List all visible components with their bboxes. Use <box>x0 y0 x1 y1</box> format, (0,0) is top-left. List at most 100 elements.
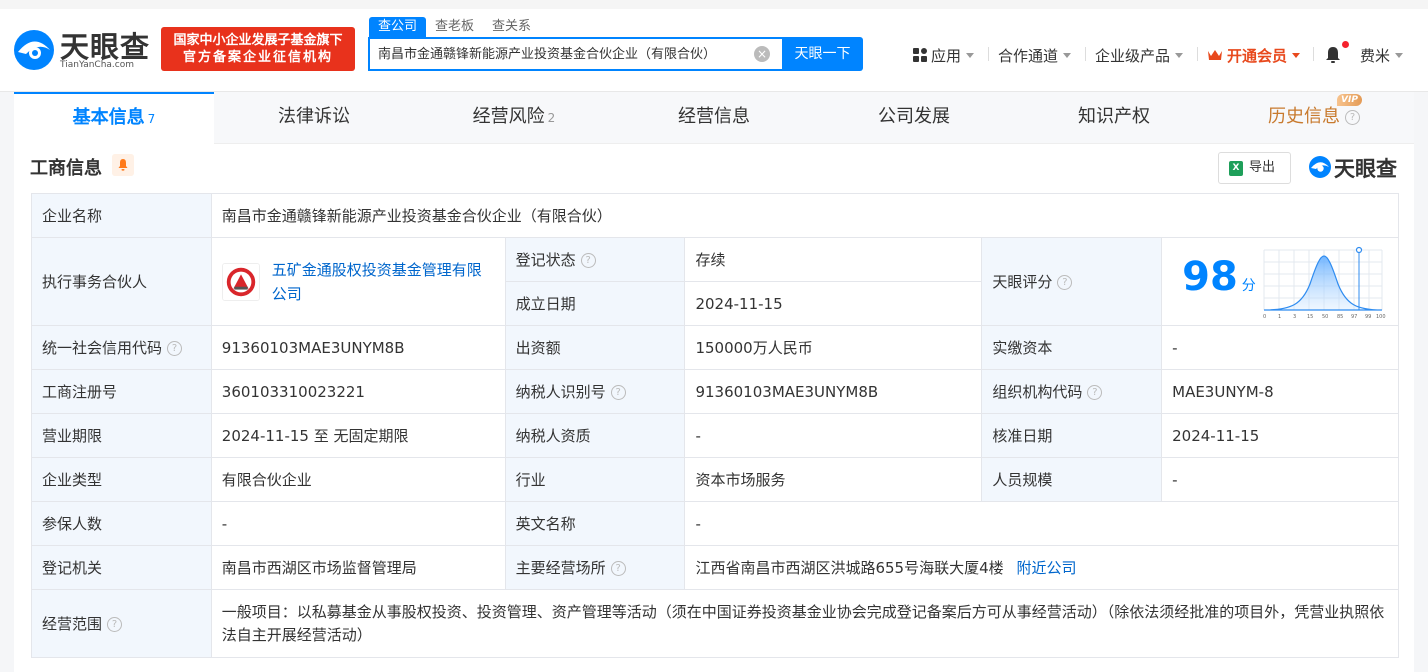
authority-label: 登记机关 <box>31 545 212 590</box>
score-value: 98 分 <box>1182 254 1256 300</box>
brand-watermark: 天眼查 <box>1308 152 1400 182</box>
tab-label: 知识产权 <box>1078 106 1150 127</box>
tab-legal[interactable]: 法律诉讼 <box>214 92 414 144</box>
axis-tick: 85 <box>1337 314 1343 320</box>
chevron-down-icon <box>1175 52 1184 58</box>
partner-cell: 五矿金通股权投资基金管理有限公司 <box>210 237 506 326</box>
search-tab-boss[interactable]: 查老板 <box>426 17 483 37</box>
tab-ip[interactable]: 知识产权 <box>1014 92 1214 144</box>
reg-no-label: 工商注册号 <box>31 369 212 414</box>
partner-logo-icon[interactable] <box>221 262 260 301</box>
tab-development[interactable]: 公司发展 <box>814 92 1014 144</box>
search-tab-relation[interactable]: 查关系 <box>483 17 540 37</box>
help-icon[interactable]: ? <box>610 385 626 400</box>
nav-app[interactable]: 应用 <box>913 44 975 66</box>
axis-tick: 100 <box>1376 314 1386 320</box>
table-row: 经营范围? 一般项目：以私募基金从事股权投资、投资管理、资产管理等活动（须在中国… <box>31 589 1400 658</box>
taxpayer-id-value: 91360103MAE3UNYM8B <box>684 369 983 414</box>
badge-line-1: 国家中小企业发展子基金旗下 <box>173 33 343 48</box>
type-value: 有限合伙企业 <box>210 457 506 502</box>
axis-tick: 50 <box>1322 314 1328 320</box>
authority-value: 南昌市西湖区市场监督管理局 <box>210 545 506 590</box>
search-tab-company[interactable]: 查公司 <box>369 17 427 37</box>
tab-operation[interactable]: 经营信息 <box>614 92 814 144</box>
logo[interactable]: 天眼查 TianYanCha.com <box>12 24 152 74</box>
distribution-curve <box>1264 255 1383 311</box>
nav-user-label: 费米 <box>1360 46 1391 65</box>
nav-enterprise[interactable]: 企业级产品 <box>1095 44 1184 66</box>
nearby-companies-link[interactable]: 附近公司 <box>1016 559 1076 577</box>
nav-vip-label: 开通会员 <box>1227 46 1288 65</box>
paid-capital-value: - <box>1161 325 1399 370</box>
excel-icon: X <box>1229 161 1243 176</box>
help-icon[interactable]: ? <box>580 253 596 268</box>
org-code-label-text: 组织机构代码 <box>992 383 1083 401</box>
axis-tick: 99 <box>1365 314 1371 320</box>
partner-block: 五矿金通股权投资基金管理有限公司 <box>221 258 495 306</box>
help-icon[interactable]: ? <box>1057 275 1073 290</box>
org-code-label: 组织机构代码? <box>981 369 1163 414</box>
taxpayer-id-label: 纳税人识别号? <box>504 369 686 414</box>
company-name-label: 企业名称 <box>31 193 212 238</box>
help-icon[interactable]: ? <box>1345 109 1360 125</box>
tab-label: 历史信息 <box>1268 106 1340 127</box>
subscribe-bell-icon[interactable] <box>112 154 134 176</box>
tab-count: 7 <box>147 112 156 126</box>
credit-code-label: 统一社会信用代码? <box>31 325 212 370</box>
axis-tick: 15 <box>1307 314 1313 320</box>
nav-divider <box>1313 47 1314 61</box>
address-cell: 江西省南昌市西湖区洪城路655号海联大厦4楼 附近公司 <box>684 545 1399 590</box>
org-code-value: MAE3UNYM-8 <box>1161 369 1399 414</box>
nav-divider <box>1197 47 1198 61</box>
export-button[interactable]: X 导出 <box>1218 152 1291 184</box>
help-icon[interactable]: ? <box>610 561 626 576</box>
help-icon[interactable]: ? <box>107 617 123 632</box>
bell-icon[interactable] <box>1323 45 1343 65</box>
capital-value: 150000万人民币 <box>684 325 983 370</box>
top-strip <box>0 0 1428 9</box>
term-label: 营业期限 <box>31 413 212 458</box>
clear-icon[interactable]: × <box>754 46 770 62</box>
score-unit: 分 <box>1241 278 1256 294</box>
search-button[interactable]: 天眼一下 <box>782 37 863 71</box>
nav-channel[interactable]: 合作通道 <box>998 44 1072 66</box>
tab-label: 经营风险 <box>472 106 545 127</box>
search-box: × <box>368 37 782 71</box>
tab-count: 2 <box>547 111 556 125</box>
taxpayer-qual-label: 纳税人资质 <box>504 413 686 458</box>
axis-tick: 1 <box>1278 314 1281 320</box>
tab-risk[interactable]: 经营风险 2 <box>414 92 614 144</box>
reg-status-label-text: 登记状态 <box>515 251 576 269</box>
table-row: 登记机关 南昌市西湖区市场监督管理局 主要经营场所? 江西省南昌市西湖区洪城路6… <box>31 545 1399 590</box>
table-row: 营业期限 2024-11-15 至 无固定期限 纳税人资质 - 核准日期 202… <box>31 413 1399 458</box>
top-bar: 天眼查 TianYanCha.com 国家中小企业发展子基金旗下 官方备案企业征… <box>0 0 1428 92</box>
vip-badge: VIP <box>1337 94 1362 106</box>
detail-tabs: 基本信息 7 法律诉讼 经营风险 2 经营信息 公司发展 知识产权 历史信息? VI… <box>14 92 1414 144</box>
axis-tick: 97 <box>1351 314 1357 320</box>
table-row: 统一社会信用代码? 91360103MAE3UNYM8B 出资额 150000万… <box>31 325 1399 370</box>
tab-history[interactable]: 历史信息? VIP <box>1214 92 1414 144</box>
chevron-down-icon <box>1395 52 1404 58</box>
nav-enterprise-label: 企业级产品 <box>1095 46 1171 65</box>
partner-link[interactable]: 五矿金通股权投资基金管理有限公司 <box>272 258 495 306</box>
notification-dot <box>1342 41 1349 48</box>
score-cell[interactable]: 98 分 0 1 3 15 50 85 97 99 100 <box>1161 237 1399 326</box>
nav-vip[interactable]: 开通会员 <box>1207 44 1301 66</box>
credit-code-label-text: 统一社会信用代码 <box>42 339 163 357</box>
scope-label-text: 经营范围 <box>42 615 103 633</box>
nav-user[interactable]: 费米 <box>1360 44 1404 66</box>
help-icon[interactable]: ? <box>167 341 183 356</box>
section-title: 工商信息 <box>30 158 102 179</box>
logo-eye-icon <box>1309 156 1331 178</box>
search-input[interactable] <box>378 45 738 60</box>
address-label: 主要经营场所? <box>504 545 686 590</box>
tab-label: 法律诉讼 <box>278 106 350 127</box>
table-row: 参保人数 - 英文名称 - <box>31 501 1399 546</box>
taxpayer-id-label-text: 纳税人识别号 <box>515 383 606 401</box>
nav-divider <box>1085 47 1086 61</box>
tab-basic-info[interactable]: 基本信息 7 <box>14 92 214 144</box>
chevron-down-icon <box>1063 52 1072 58</box>
nav-channel-label: 合作通道 <box>998 46 1059 65</box>
nav-app-label: 应用 <box>931 46 962 65</box>
help-icon[interactable]: ? <box>1087 385 1103 400</box>
